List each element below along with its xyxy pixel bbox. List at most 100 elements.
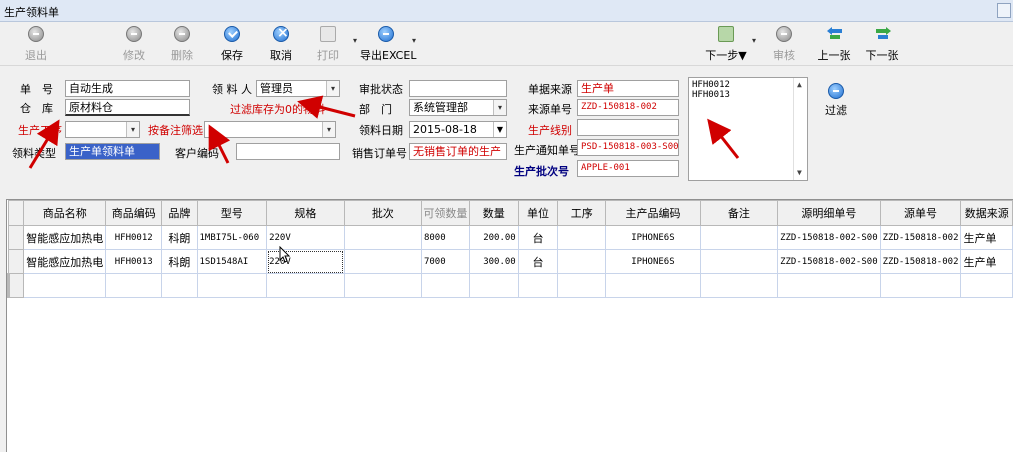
cell-model[interactable]: 1SD1548AI — [196, 249, 268, 274]
row-indicator[interactable] — [7, 249, 25, 274]
empty-cell[interactable] — [468, 273, 519, 298]
cell-available-qty[interactable]: 8000 — [420, 225, 470, 250]
export-excel-button[interactable]: 导出EXCEL — [360, 26, 416, 64]
col-header[interactable]: 单位 — [517, 200, 559, 226]
col-header[interactable]: 主产品编码 — [605, 200, 701, 226]
col-header[interactable]: 规格 — [266, 200, 345, 226]
col-header[interactable]: 工序 — [557, 200, 607, 226]
chevron-down-icon[interactable]: ▾ — [493, 100, 506, 115]
warehouse-field[interactable]: 原材料仓 — [65, 99, 190, 116]
row-indicator[interactable] — [7, 273, 25, 298]
batch-field[interactable]: APPLE-001 — [577, 160, 679, 177]
cell-batch[interactable] — [343, 225, 422, 250]
cell-process[interactable] — [557, 225, 607, 250]
scroll-up-icon[interactable]: ▲ — [797, 80, 802, 90]
cell-product-code[interactable]: HFH0013 — [105, 249, 163, 274]
col-header[interactable]: 商品编码 — [105, 200, 163, 226]
filter-button[interactable]: 过滤 — [820, 83, 852, 117]
cell-data-source[interactable]: 生产单 — [960, 225, 1013, 250]
cell-main-product-code[interactable]: IPHONE6S — [605, 225, 701, 250]
col-header[interactable]: 商品名称 — [23, 200, 107, 226]
zero-stock-filter-label[interactable]: 过滤库存为0的物料 — [230, 101, 325, 117]
cell-note[interactable] — [699, 249, 779, 274]
print-dropdown-icon[interactable]: ▾ — [353, 36, 357, 45]
empty-cell[interactable] — [343, 273, 422, 298]
col-header[interactable]: 品牌 — [161, 200, 198, 226]
empty-cell[interactable] — [266, 273, 345, 298]
cell-product-name[interactable]: 智能感应加热电 — [23, 249, 107, 274]
empty-cell[interactable] — [517, 273, 559, 298]
cell-qty[interactable]: 200.00 — [468, 225, 519, 250]
cell-model[interactable]: 1MBI75L-060 — [196, 225, 268, 250]
cell-source-detail-no[interactable]: ZZD-150818-002-S00 — [777, 249, 881, 274]
cell-note[interactable] — [699, 225, 779, 250]
prev-record-button[interactable]: 上一张 — [810, 26, 858, 64]
table-row[interactable]: 智能感应加热电 HFH0013 科朗 1SD1548AI 220V 7000 3… — [7, 249, 1013, 274]
next-step-dropdown-icon[interactable]: ▾ — [752, 36, 756, 45]
date-picker[interactable]: 2015-08-18 ▼ — [409, 121, 507, 138]
cell-brand[interactable]: 科朗 — [161, 225, 198, 250]
empty-cell[interactable] — [960, 273, 1013, 298]
empty-cell[interactable] — [420, 273, 470, 298]
doc-no-field[interactable]: 自动生成 — [65, 80, 190, 97]
empty-cell[interactable] — [605, 273, 701, 298]
picker-select[interactable]: 管理员 ▾ — [256, 80, 340, 97]
next-record-button[interactable]: 下一张 — [858, 26, 906, 64]
cell-unit[interactable]: 台 — [517, 225, 559, 250]
table-row[interactable]: 智能感应加热电 HFH0012 科朗 1MBI75L-060 220V 8000… — [7, 225, 1013, 250]
cell-process[interactable] — [557, 249, 607, 274]
line-field[interactable] — [577, 119, 679, 136]
chevron-down-icon[interactable]: ▾ — [326, 81, 339, 96]
window-control-button[interactable] — [997, 3, 1011, 18]
save-button[interactable]: 保存 — [208, 26, 256, 64]
scroll-down-icon[interactable]: ▼ — [797, 168, 802, 178]
cell-source-no[interactable]: ZZD-150818-002 — [879, 225, 962, 250]
review-button[interactable]: 审核 — [760, 26, 808, 64]
cell-product-name[interactable]: 智能感应加热电 — [23, 225, 107, 250]
product-code-memo[interactable]: HFH0012 HFH0013 ▲ ▼ — [688, 77, 808, 181]
cell-qty[interactable]: 300.00 — [468, 249, 519, 274]
empty-cell[interactable] — [105, 273, 163, 298]
cell-unit[interactable]: 台 — [517, 249, 559, 274]
empty-cell[interactable] — [23, 273, 107, 298]
category-field[interactable]: 生产单领料单 — [65, 143, 160, 160]
col-header[interactable]: 型号 — [196, 200, 268, 226]
col-header[interactable]: 批次 — [343, 200, 422, 226]
detail-grid[interactable]: 商品名称 商品编码 品牌 型号 规格 批次 可领数量 数量 单位 工序 主产品编… — [6, 199, 1013, 452]
cell-available-qty[interactable]: 7000 — [420, 249, 470, 274]
col-header[interactable]: 可领数量 — [420, 200, 470, 226]
col-header[interactable]: 数据来源 — [960, 200, 1013, 226]
cell-product-code[interactable]: HFH0012 — [105, 225, 163, 250]
exit-button[interactable]: 退出 — [12, 26, 60, 64]
memo-scrollbar[interactable]: ▲ ▼ — [793, 78, 807, 180]
modify-button[interactable]: 修改 — [110, 26, 158, 64]
dept-select[interactable]: 系统管理部 ▾ — [409, 99, 507, 116]
empty-cell[interactable] — [879, 273, 962, 298]
chevron-down-icon[interactable]: ▾ — [126, 122, 139, 137]
empty-cell[interactable] — [196, 273, 268, 298]
col-header[interactable]: 源明细单号 — [777, 200, 881, 226]
print-button[interactable]: 打印 — [304, 26, 352, 64]
row-indicator[interactable] — [7, 225, 25, 250]
col-header[interactable]: 数量 — [468, 200, 519, 226]
cell-source-no[interactable]: ZZD-150818-002 — [879, 249, 962, 274]
process-select[interactable]: ▾ — [65, 121, 140, 138]
cell-main-product-code[interactable]: IPHONE6S — [605, 249, 701, 274]
col-header[interactable]: 备注 — [699, 200, 779, 226]
next-step-button[interactable]: 下一步▼ — [702, 26, 750, 64]
calendar-dropdown-icon[interactable]: ▼ — [493, 122, 506, 137]
empty-cell[interactable] — [777, 273, 881, 298]
col-header[interactable]: 源单号 — [879, 200, 962, 226]
note-filter-select[interactable]: ▾ — [204, 121, 336, 138]
sales-order-field[interactable]: 无销售订单的生产 — [409, 143, 507, 160]
cell-data-source[interactable]: 生产单 — [960, 249, 1013, 274]
delete-button[interactable]: 删除 — [158, 26, 206, 64]
cell-source-detail-no[interactable]: ZZD-150818-002-S00 — [777, 225, 881, 250]
new-entry-row[interactable] — [7, 273, 1013, 298]
empty-cell[interactable] — [699, 273, 779, 298]
customer-code-field[interactable] — [236, 143, 340, 160]
chevron-down-icon[interactable]: ▾ — [322, 122, 335, 137]
cell-brand[interactable]: 科朗 — [161, 249, 198, 274]
export-dropdown-icon[interactable]: ▾ — [412, 36, 416, 45]
cancel-button[interactable]: 取消 — [257, 25, 305, 64]
